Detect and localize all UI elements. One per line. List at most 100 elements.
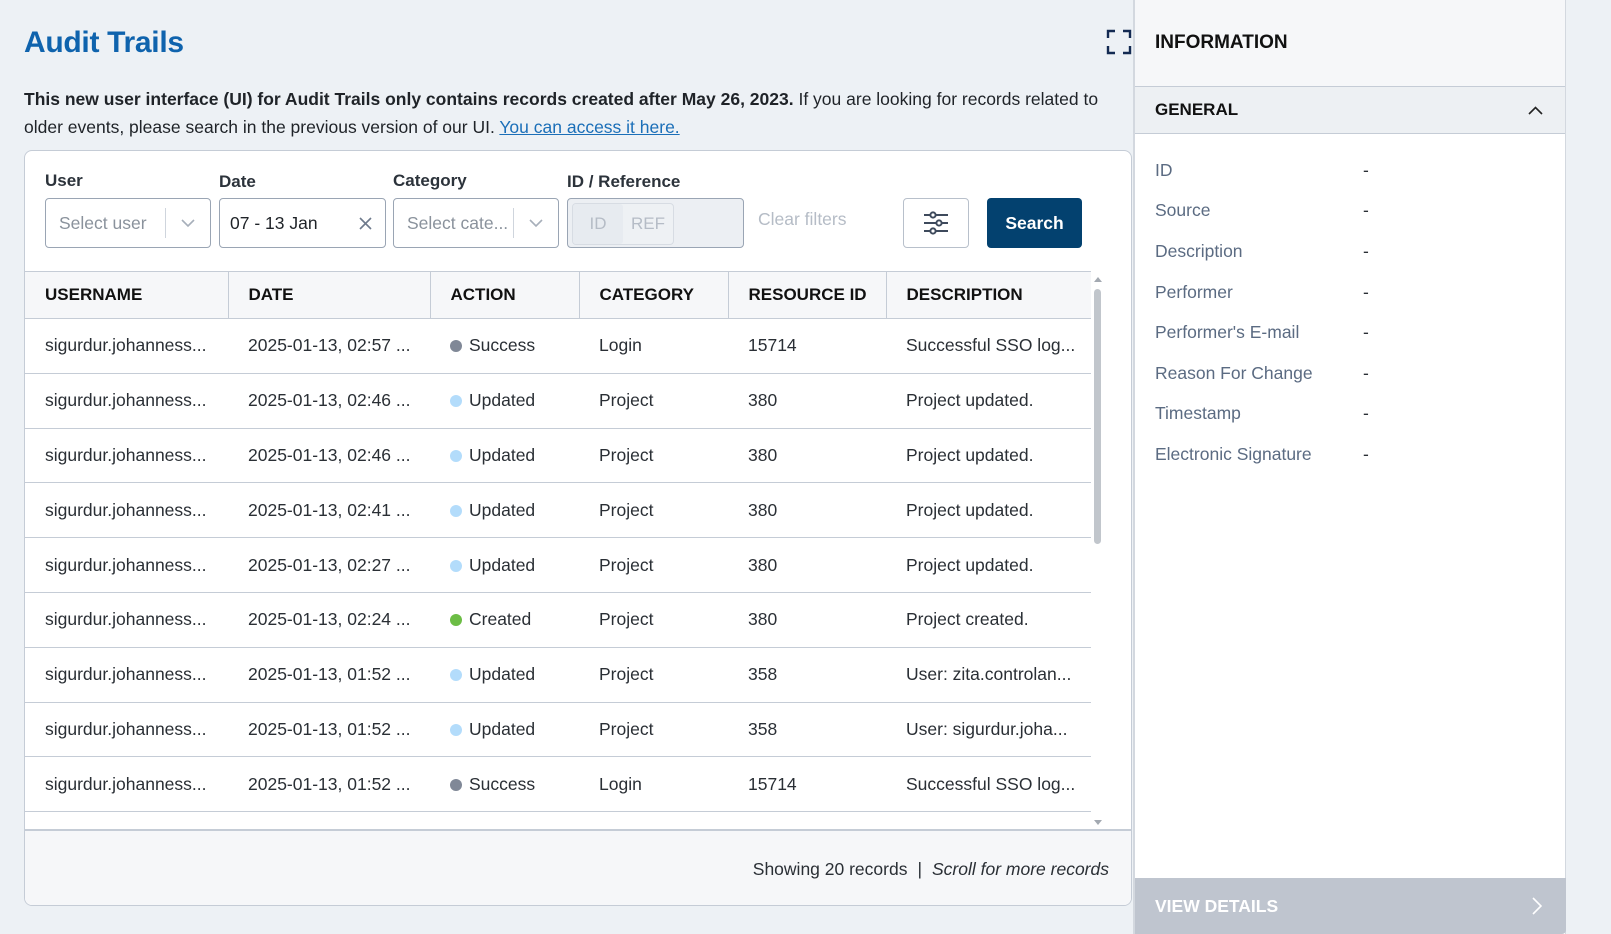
info-field-label: Source: [1155, 200, 1211, 221]
footer-separator: |: [917, 858, 922, 879]
date-range-input[interactable]: 07 - 13 Jan: [219, 198, 386, 248]
category-cell: Project: [599, 664, 654, 685]
column-header-date[interactable]: DATE: [228, 271, 431, 319]
info-field-value: -: [1363, 322, 1369, 343]
main-area: Audit Trails This new user interface (UI…: [0, 0, 1133, 934]
chevron-down-icon[interactable]: [514, 199, 558, 247]
action-label: Updated: [469, 554, 536, 575]
information-panel: INFORMATION GENERAL ID - Source - Descriptio…: [1133, 0, 1566, 934]
table-row[interactable]: [25, 812, 1091, 829]
user-select[interactable]: Select user: [45, 198, 211, 248]
table-scrollbar[interactable]: [1091, 271, 1105, 829]
id-ref-toggle[interactable]: ID REF: [572, 203, 674, 245]
date-cell: 2025-01-13, 02:27 ...: [248, 554, 411, 575]
status-dot-icon: [450, 559, 462, 572]
column-header-resource-id[interactable]: RESOURCE ID: [728, 271, 887, 319]
scroll-hint: Scroll for more records: [932, 858, 1109, 879]
search-button[interactable]: Search: [987, 198, 1082, 248]
action-cell: Updated: [430, 428, 579, 483]
notice-bold: This new user interface (UI) for Audit T…: [24, 89, 794, 109]
info-field-value: -: [1363, 443, 1369, 464]
resource-id-cell: 380: [748, 444, 778, 465]
action-cell: Success: [430, 319, 579, 374]
action-cell: Success: [430, 757, 579, 812]
action-cell: Updated: [430, 702, 579, 757]
table-row[interactable]: sigurdur.johanness... 2025-01-13, 02:46 .…: [25, 373, 1091, 429]
category-cell: Project: [599, 554, 654, 575]
notice-text: This new user interface (UI) for Audit T…: [24, 85, 1114, 141]
table-row[interactable]: sigurdur.johanness... 2025-01-13, 02:24 .…: [25, 592, 1091, 648]
action-cell: Updated: [430, 647, 579, 702]
resource-id-cell: 380: [748, 390, 778, 411]
scroll-up-arrow-icon[interactable]: [1094, 277, 1102, 282]
table-row[interactable]: sigurdur.johanness... 2025-01-13, 02:57 .…: [25, 319, 1091, 374]
info-field-label: ID: [1155, 159, 1173, 180]
date-cell: 2025-01-13, 02:57 ...: [248, 335, 411, 356]
filter-settings-button[interactable]: [903, 198, 969, 248]
info-field-value: -: [1363, 362, 1369, 383]
right-gutter: [1566, 0, 1611, 934]
scrollbar-thumb[interactable]: [1094, 289, 1101, 544]
clear-date-button[interactable]: [345, 199, 385, 247]
id-reference-label: ID / Reference: [567, 172, 681, 191]
table-row[interactable]: sigurdur.johanness... 2025-01-13, 02:41 .…: [25, 483, 1091, 538]
action-cell: Updated: [430, 373, 579, 428]
date-cell: 2025-01-13, 02:41 ...: [248, 499, 411, 520]
clear-filters-button[interactable]: Clear filters: [758, 209, 847, 230]
action-cell: Updated: [430, 538, 579, 593]
table-row[interactable]: sigurdur.johanness... 2025-01-13, 02:27 .…: [25, 538, 1091, 593]
info-field-value: -: [1363, 403, 1369, 424]
info-field-value: -: [1363, 281, 1369, 302]
record-count: Showing 20 records: [752, 858, 908, 879]
column-header-category[interactable]: CATEGORY: [579, 271, 729, 319]
status-dot-icon: [450, 504, 462, 517]
info-field: Description -: [1135, 231, 1565, 272]
resource-id-cell: 15714: [748, 335, 797, 356]
category-cell: Project: [599, 390, 654, 411]
table-row[interactable]: sigurdur.johanness... 2025-01-13, 01:52 .…: [25, 702, 1091, 757]
category-cell: Login: [599, 335, 642, 356]
general-section-toggle[interactable]: GENERAL: [1135, 87, 1565, 134]
category-cell: Project: [599, 609, 654, 630]
action-label: Success: [469, 773, 536, 794]
action-label: Updated: [469, 718, 536, 739]
info-field: Electronic Signature -: [1135, 434, 1565, 475]
page-title: Audit Trails: [24, 26, 184, 59]
sliders-icon: [924, 211, 948, 235]
column-header-description[interactable]: DESCRIPTION: [886, 271, 1091, 319]
audit-table: USERNAME DATE ACTION CATEGORY RESOURCE I…: [25, 271, 1091, 829]
fullscreen-button[interactable]: [1106, 29, 1132, 55]
scroll-down-arrow-icon[interactable]: [1094, 820, 1102, 825]
category-cell: Project: [599, 499, 654, 520]
action-label: Updated: [469, 499, 536, 520]
column-header-username[interactable]: USERNAME: [25, 271, 229, 319]
info-field-label: Performer: [1155, 281, 1233, 302]
table-row[interactable]: sigurdur.johanness... 2025-01-13, 01:52 .…: [25, 757, 1091, 812]
table-footer: Showing 20 records | Scroll for more rec…: [25, 829, 1131, 905]
status-dot-icon: [450, 340, 462, 353]
view-details-button[interactable]: VIEW DETAILS: [1135, 878, 1566, 934]
category-cell: Login: [599, 773, 642, 794]
info-field-label: Electronic Signature: [1155, 443, 1312, 464]
old-ui-link[interactable]: You can access it here.: [499, 117, 679, 137]
column-header-action[interactable]: ACTION: [430, 271, 580, 319]
toggle-ref[interactable]: REF: [623, 204, 673, 244]
username-cell: sigurdur.johanness...: [45, 609, 207, 630]
id-reference-input[interactable]: ID REF: [567, 198, 744, 248]
info-field-label: Description: [1155, 240, 1243, 261]
table-row[interactable]: sigurdur.johanness... 2025-01-13, 01:52 .…: [25, 647, 1091, 703]
info-field-label: Performer's E-mail: [1155, 322, 1300, 343]
action-cell: Created: [430, 592, 579, 647]
table-row[interactable]: sigurdur.johanness... 2025-01-13, 02:46 .…: [25, 428, 1091, 483]
view-details-label: VIEW DETAILS: [1155, 895, 1279, 916]
info-field-value: -: [1363, 159, 1369, 180]
toggle-id[interactable]: ID: [573, 204, 623, 244]
username-cell: sigurdur.johanness...: [45, 554, 207, 575]
status-dot-icon: [450, 614, 462, 627]
username-cell: sigurdur.johanness...: [45, 335, 207, 356]
description-cell: Project updated.: [906, 499, 1034, 520]
category-select[interactable]: Select cate...: [393, 198, 559, 248]
description-cell: User: zita.controlan...: [906, 664, 1072, 685]
username-cell: sigurdur.johanness...: [45, 773, 207, 794]
chevron-down-icon[interactable]: [166, 199, 210, 247]
